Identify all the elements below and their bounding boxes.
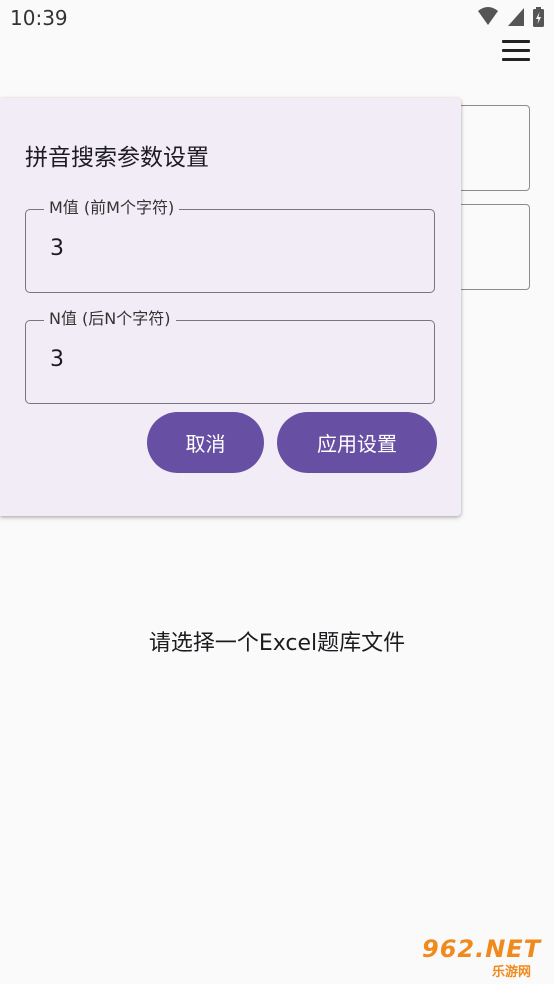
status-bar: 10:39 bbox=[0, 0, 554, 38]
n-value-field[interactable]: N值 (后N个字符) 3 bbox=[25, 309, 435, 404]
watermark-brand: 962.NET bbox=[422, 935, 542, 963]
status-icons bbox=[477, 7, 544, 27]
m-value-label: M值 (前M个字符) bbox=[44, 198, 180, 218]
watermark-subtitle: 乐游网 bbox=[492, 965, 532, 980]
apply-settings-button[interactable]: 应用设置 bbox=[277, 412, 437, 473]
status-time: 10:39 bbox=[10, 6, 68, 30]
pinyin-settings-dialog: 拼音搜索参数设置 M值 (前M个字符) 3 N值 (后N个字符) 3 取消 应用… bbox=[0, 98, 461, 516]
n-value-label: N值 (后N个字符) bbox=[44, 309, 176, 329]
m-value-input[interactable]: 3 bbox=[50, 236, 64, 261]
dialog-title: 拼音搜索参数设置 bbox=[25, 145, 209, 171]
empty-state-hint: 请选择一个Excel题库文件 bbox=[148, 631, 406, 656]
cancel-button[interactable]: 取消 bbox=[147, 412, 264, 473]
n-value-input[interactable]: 3 bbox=[50, 347, 64, 372]
battery-charging-icon bbox=[533, 7, 544, 27]
menu-icon[interactable] bbox=[500, 38, 532, 64]
cellular-signal-icon bbox=[508, 8, 524, 26]
m-value-field[interactable]: M值 (前M个字符) 3 bbox=[25, 198, 435, 293]
watermark-logo: 962.NET 乐游网 bbox=[414, 935, 550, 980]
wifi-icon bbox=[478, 7, 498, 25]
